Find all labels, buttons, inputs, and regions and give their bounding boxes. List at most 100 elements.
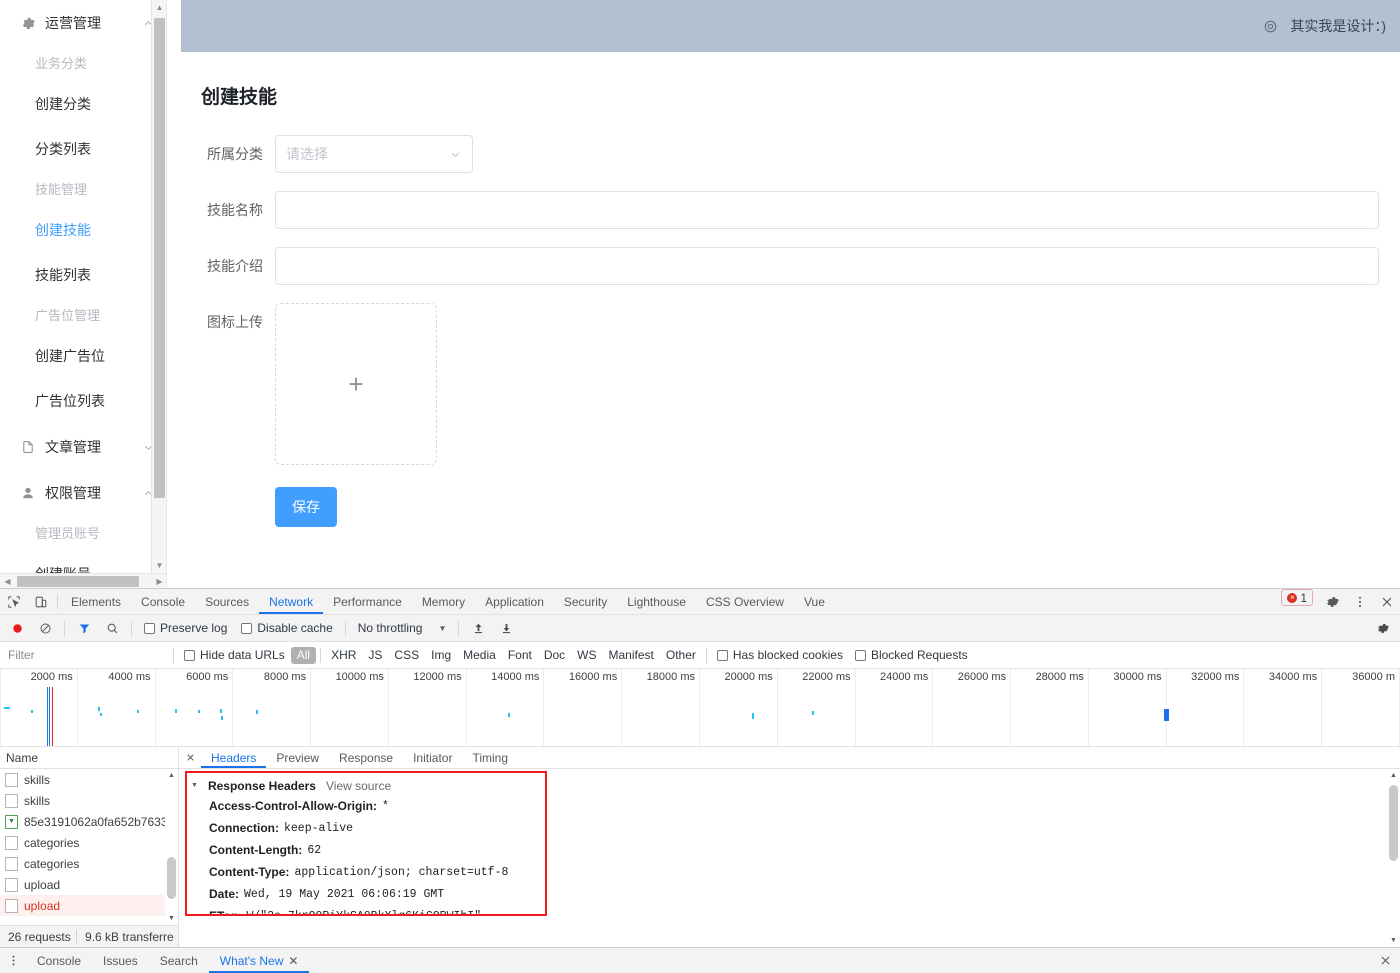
drawer-tab-whats-new[interactable]: What's New ✕ (209, 948, 310, 973)
tab-lighthouse[interactable]: Lighthouse (617, 589, 696, 614)
type-filter-media[interactable]: Media (457, 647, 502, 664)
table-row[interactable]: upload (0, 895, 178, 916)
disable-cache-checkbox[interactable]: Disable cache (235, 621, 338, 635)
tab-performance[interactable]: Performance (323, 589, 412, 614)
response-headers-title-row[interactable]: ▼ Response Headers View source (187, 776, 545, 795)
scroll-up-arrow-icon[interactable]: ▲ (1387, 769, 1400, 782)
tab-sources[interactable]: Sources (195, 589, 259, 614)
scroll-up-arrow-icon[interactable]: ▲ (165, 769, 178, 782)
drawer-tab-console[interactable]: Console (26, 948, 92, 973)
detail-tab-initiator[interactable]: Initiator (403, 747, 462, 768)
detail-tab-timing[interactable]: Timing (462, 747, 518, 768)
sidebar-item-ad-slot-list[interactable]: 广告位列表 (0, 379, 166, 424)
table-row[interactable]: ▼ 85e3191062a0fa652b7633. (0, 811, 178, 832)
type-filter-js[interactable]: JS (362, 647, 388, 664)
scroll-left-arrow-icon[interactable]: ◀ (0, 574, 15, 588)
hide-data-urls-checkbox[interactable]: Hide data URLs (178, 648, 291, 662)
type-filter-other[interactable]: Other (660, 647, 702, 664)
scroll-up-arrow-icon[interactable]: ▲ (152, 0, 166, 15)
export-har-icon[interactable] (493, 617, 519, 639)
table-row[interactable]: skills (0, 769, 178, 790)
save-button[interactable]: 保存 (275, 487, 337, 527)
sidebar-group-permissions[interactable]: 权限管理 (0, 470, 166, 516)
close-devtools-icon[interactable] (1373, 589, 1400, 614)
type-filter-ws[interactable]: WS (571, 647, 602, 664)
type-filter-xhr[interactable]: XHR (325, 647, 362, 664)
sidebar-item-create-ad-slot[interactable]: 创建广告位 (0, 334, 166, 379)
filter-funnel-icon[interactable] (71, 617, 97, 639)
search-icon[interactable] (99, 617, 125, 639)
has-blocked-cookies-checkbox[interactable]: Has blocked cookies (711, 648, 849, 662)
drawer-tab-issues[interactable]: Issues (92, 948, 149, 973)
sidebar-horizontal-scrollbar[interactable]: ◀ ▶ (0, 573, 166, 588)
table-row[interactable]: categories (0, 832, 178, 853)
network-settings-gear-icon[interactable] (1370, 617, 1396, 639)
view-source-link[interactable]: View source (326, 779, 391, 793)
sidebar-item-skill-list[interactable]: 技能列表 (0, 253, 166, 298)
type-filter-all[interactable]: All (290, 646, 317, 664)
type-filter-doc[interactable]: Doc (538, 647, 571, 664)
tab-console[interactable]: Console (131, 589, 195, 614)
table-row[interactable]: categories (0, 853, 178, 874)
detail-scrollbar[interactable]: ▲ ▼ (1387, 769, 1400, 947)
tab-memory[interactable]: Memory (412, 589, 475, 614)
device-toolbar-icon[interactable] (27, 589, 54, 614)
drawer-more-options-kebab-icon[interactable] (0, 948, 26, 973)
table-row[interactable]: skills (0, 790, 178, 811)
requests-column-header[interactable]: Name (0, 747, 178, 769)
detail-tab-preview[interactable]: Preview (266, 747, 329, 768)
tab-security[interactable]: Security (554, 589, 617, 614)
skill-name-input[interactable] (275, 191, 1379, 229)
sidebar-item-create-category[interactable]: 创建分类 (0, 82, 166, 127)
scrollbar-thumb[interactable] (17, 576, 139, 587)
import-har-icon[interactable] (465, 617, 491, 639)
network-timeline-overview[interactable]: 2000 ms 4000 ms 6000 ms 8000 ms 10000 ms 1200… (0, 669, 1400, 747)
throttling-select[interactable]: No throttling ▼ (352, 621, 453, 635)
tab-elements[interactable]: Elements (61, 589, 131, 614)
drawer-tab-search[interactable]: Search (149, 948, 209, 973)
clear-requests-icon[interactable] (32, 617, 58, 639)
table-row[interactable]: upload (0, 874, 178, 895)
triangle-collapse-icon[interactable]: ▼ (191, 782, 198, 789)
tab-css-overview[interactable]: CSS Overview (696, 589, 794, 614)
settings-gear-icon[interactable] (1319, 589, 1346, 614)
type-filter-css[interactable]: CSS (388, 647, 425, 664)
scroll-down-arrow-icon[interactable]: ▼ (152, 558, 166, 573)
icon-upload-dropzone[interactable]: + (275, 303, 437, 465)
detail-tab-response[interactable]: Response (329, 747, 403, 768)
skill-intro-input[interactable] (275, 247, 1379, 285)
close-drawer-icon[interactable] (1370, 948, 1400, 973)
gear-icon[interactable] (1262, 18, 1278, 34)
scrollbar-thumb[interactable] (154, 18, 165, 498)
sidebar-group-articles[interactable]: 文章管理 (0, 424, 166, 470)
tab-application[interactable]: Application (475, 589, 554, 614)
scrollbar-thumb[interactable] (167, 857, 176, 899)
scroll-right-arrow-icon[interactable]: ▶ (152, 574, 166, 588)
sidebar-vertical-scrollbar[interactable]: ▲ ▼ (151, 0, 166, 573)
detail-tab-headers[interactable]: Headers (201, 747, 266, 768)
more-options-kebab-icon[interactable] (1346, 589, 1373, 614)
close-detail-icon[interactable] (179, 747, 201, 768)
inspect-element-icon[interactable] (0, 589, 27, 614)
topbar-user-text[interactable]: 其实我是设计：) (1290, 16, 1386, 36)
error-count-badge[interactable]: × 1 (1281, 589, 1313, 606)
requests-list-scrollbar[interactable]: ▲ ▼ (165, 769, 178, 925)
blocked-requests-checkbox[interactable]: Blocked Requests (849, 648, 974, 662)
scrollbar-thumb[interactable] (1389, 785, 1398, 861)
preserve-log-checkbox[interactable]: Preserve log (138, 621, 233, 635)
scroll-down-arrow-icon[interactable]: ▼ (1387, 934, 1400, 947)
tab-network[interactable]: Network (259, 589, 323, 614)
sidebar-group-operations[interactable]: 运营管理 (0, 0, 166, 46)
scroll-down-arrow-icon[interactable]: ▼ (165, 912, 178, 925)
filter-input[interactable] (4, 645, 169, 665)
sidebar-item-create-skill[interactable]: 创建技能 (0, 208, 166, 253)
category-select[interactable]: 请选择 (275, 135, 473, 173)
type-filter-img[interactable]: Img (425, 647, 457, 664)
type-filter-manifest[interactable]: Manifest (603, 647, 660, 664)
type-filter-font[interactable]: Font (502, 647, 538, 664)
divider (173, 647, 174, 663)
close-icon[interactable]: ✕ (288, 954, 298, 968)
tab-vue[interactable]: Vue (794, 589, 835, 614)
sidebar-item-category-list[interactable]: 分类列表 (0, 127, 166, 172)
record-button-icon[interactable] (4, 617, 30, 639)
